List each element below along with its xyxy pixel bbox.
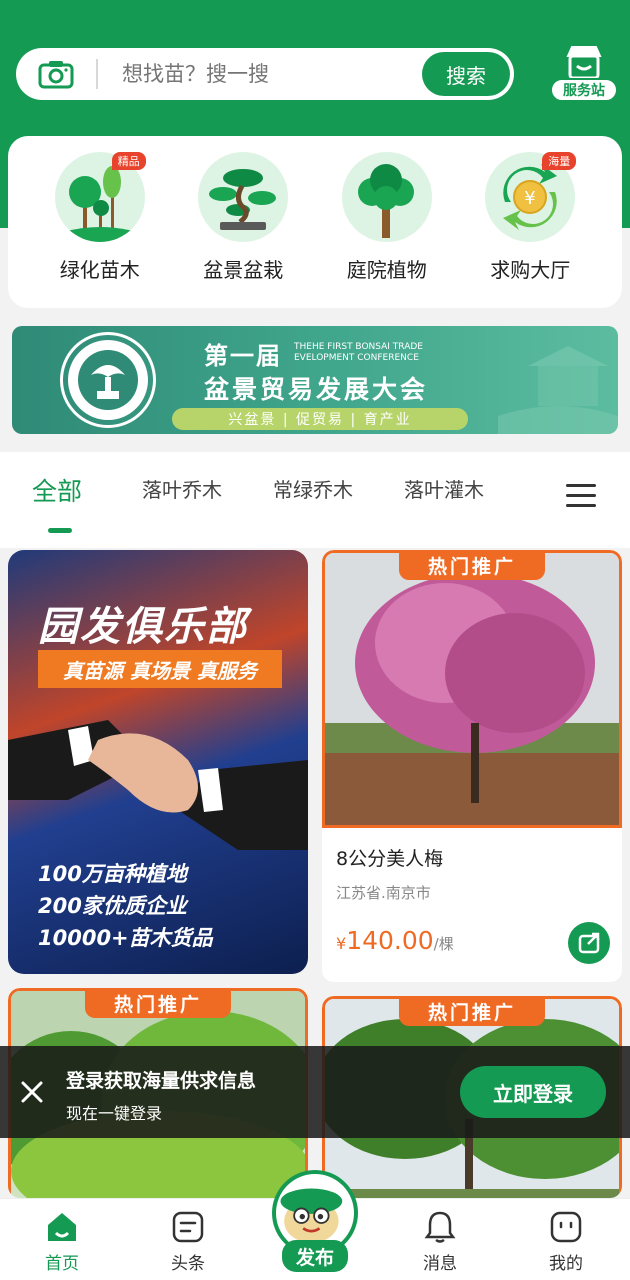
category-item[interactable]: 精品 绿化苗木 [40, 136, 160, 308]
category-badge: 精品 [111, 152, 146, 170]
search-divider [96, 59, 98, 89]
tab-fade [530, 452, 560, 548]
search-button[interactable]: 搜索 [422, 52, 510, 96]
product-card[interactable]: 热门推广 8公分美人梅 江苏省.南京市 ¥140.00/棵 [322, 550, 622, 982]
garden-tree-icon [341, 152, 432, 242]
product-image [322, 550, 622, 828]
ad-title: 园发俱乐部 [38, 604, 248, 650]
active-tab-indicator [48, 528, 72, 533]
home-icon [48, 1213, 76, 1241]
category-item[interactable]: ¥ 海量 求购大厅 [470, 136, 590, 308]
tab-all[interactable]: 全部 [32, 472, 82, 508]
category-label: 庭院植物 [346, 258, 427, 282]
hot-promotion-badge: 热门推广 [399, 550, 545, 580]
hot-promotion-badge: 热门推广 [85, 988, 231, 1018]
product-name: 8公分美人梅 [336, 848, 444, 870]
profile-icon [550, 1211, 582, 1243]
ad-strip: 真苗源 真场景 真服务 [38, 650, 282, 688]
handshake-image [8, 720, 308, 850]
banner-title-2: 盆景贸易发展大会 [204, 375, 429, 404]
bonsai-icon [198, 152, 289, 242]
banner-title-1: 第一届 [204, 342, 282, 370]
login-prompt-subtitle: 现在一键登录 [66, 1104, 163, 1123]
tab-deciduous-shrubs[interactable]: 落叶灌木 [404, 474, 484, 503]
nav-mine[interactable]: 我的 [526, 1209, 606, 1274]
login-button[interactable]: 立即登录 [460, 1066, 606, 1118]
hot-promotion-badge: 热门推广 [399, 996, 545, 1026]
camera-icon[interactable] [38, 59, 74, 89]
banner-slogan: 兴盆景 | 促贸易 | 育产业 [172, 408, 468, 430]
tab-deciduous-trees[interactable]: 落叶乔木 [142, 474, 222, 503]
publish-button[interactable]: 发布 [272, 1170, 358, 1274]
shop-icon [566, 46, 602, 80]
club-ad-card[interactable]: 园发俱乐部 真苗源 真场景 真服务 100万亩种植地 200家优质企业 1000… [8, 550, 308, 974]
bell-icon [424, 1211, 456, 1243]
category-item[interactable]: 盆景盆栽 [183, 136, 303, 308]
menu-icon[interactable] [566, 484, 596, 508]
category-tabs: 全部 落叶乔木 常绿乔木 落叶灌木 [0, 452, 630, 548]
search-input[interactable] [122, 62, 402, 86]
login-prompt-bar: 登录获取海量供求信息 现在一键登录 立即登录 [0, 1046, 630, 1138]
ad-line: 10000+苗木货品 [38, 926, 213, 950]
category-item[interactable]: 庭院植物 [327, 136, 447, 308]
category-label: 求购大厅 [490, 258, 571, 282]
pavilion-decoration [498, 346, 618, 434]
svg-text:¥: ¥ [525, 188, 536, 209]
service-station-label: 服务站 [550, 78, 618, 102]
nav-headlines[interactable]: 头条 [148, 1209, 228, 1274]
category-label: 绿化苗木 [59, 258, 140, 282]
close-icon[interactable] [18, 1078, 46, 1106]
nav-headlines-label: 头条 [171, 1254, 205, 1274]
banner-english-line: THEHE FIRST BONSAI TRADE EVELOPMENT CONF… [294, 342, 423, 363]
category-badge: 海量 [542, 152, 577, 170]
category-card: 精品 绿化苗木 盆景盆栽 庭院植物 ¥ 海量 求购大厅 [8, 136, 622, 308]
headlines-icon [172, 1211, 204, 1243]
ad-line: 200家优质企业 [38, 894, 187, 918]
nav-messages-label: 消息 [423, 1254, 457, 1274]
nav-messages[interactable]: 消息 [400, 1209, 480, 1274]
ad-line: 100万亩种植地 [38, 862, 187, 886]
conference-banner[interactable]: 第一届 THEHE FIRST BONSAI TRADE EVELOPMENT … [12, 326, 618, 434]
login-prompt-title: 登录获取海量供求信息 [66, 1070, 257, 1092]
product-location: 江苏省.南京市 [336, 884, 431, 902]
publish-label: 发布 [282, 1240, 348, 1272]
category-label: 盆景盆栽 [203, 258, 284, 282]
search-bar[interactable]: 搜索 [16, 48, 514, 100]
nav-home-label: 首页 [45, 1254, 79, 1274]
bonsai-trade-logo [60, 332, 156, 428]
product-price: ¥140.00/棵 [336, 926, 454, 955]
service-station-button[interactable]: 服务站 [548, 44, 620, 104]
nav-home[interactable]: 首页 [22, 1209, 102, 1274]
share-icon[interactable] [568, 922, 610, 964]
nav-mine-label: 我的 [549, 1254, 583, 1274]
tab-evergreen-trees[interactable]: 常绿乔木 [273, 474, 353, 503]
